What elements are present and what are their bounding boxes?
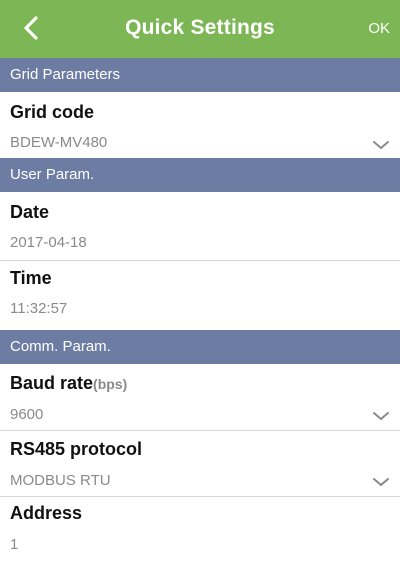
- time-field[interactable]: [0, 261, 400, 330]
- page-title: Quick Settings: [125, 16, 275, 39]
- address-value: 1: [10, 536, 19, 553]
- section-header-grid-parameters: Grid Parameters: [0, 58, 400, 92]
- ok-button[interactable]: OK: [368, 20, 390, 37]
- rs485-protocol-value: MODBUS RTU: [10, 472, 111, 489]
- section-header-comm-param: Comm. Param.: [0, 330, 400, 364]
- chevron-down-icon: [373, 412, 389, 420]
- address-label: Address: [10, 503, 83, 523]
- grid-code-label: Grid code: [10, 102, 95, 122]
- date-label: Date: [10, 202, 50, 222]
- baud-rate-label: Baud rate(bps): [10, 373, 127, 394]
- baud-rate-unit: (bps): [93, 376, 128, 392]
- rs485-protocol-label: RS485 protocol: [10, 439, 143, 459]
- baud-rate-label-text: Baud rate: [10, 373, 94, 393]
- time-label: Time: [10, 268, 52, 288]
- chevron-down-icon: [373, 478, 389, 486]
- baud-rate-value: 9600: [10, 406, 44, 423]
- top-app-bar: Quick Settings OK: [0, 0, 400, 58]
- grid-code-value: BDEW-MV480: [10, 134, 108, 151]
- section-header-user-param: User Param.: [0, 158, 400, 192]
- chevron-down-icon: [373, 141, 389, 149]
- date-value: 2017-04-18: [10, 234, 87, 251]
- time-value: 11:32:57: [10, 300, 68, 317]
